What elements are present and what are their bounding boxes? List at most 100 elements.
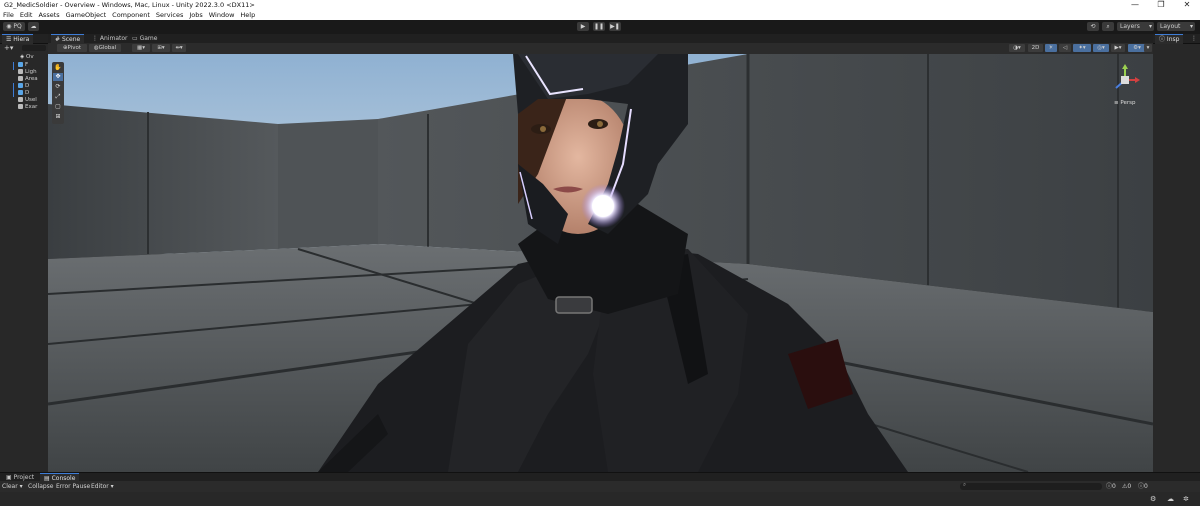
editor-dropdown[interactable]: Editor ▾ <box>91 482 114 491</box>
pause-button[interactable]: ❚❚ <box>593 22 605 31</box>
global-dropdown[interactable]: ◍Global <box>89 44 121 52</box>
hierarchy-toolbar: +▾ <box>2 44 46 53</box>
pivot-dropdown[interactable]: ⊕Pivot <box>57 44 87 52</box>
menu-file[interactable]: File <box>0 10 17 20</box>
menu-component[interactable]: Component <box>109 10 153 20</box>
search-icon: ⌕ <box>963 482 967 488</box>
hand-tool-icon[interactable]: ✋ <box>53 64 63 72</box>
hierarchy-search-input[interactable] <box>22 45 46 51</box>
hierarchy-scene-root[interactable]: ◈ Ov <box>20 54 34 61</box>
rect-tool-icon[interactable]: ▢ <box>53 103 63 111</box>
gameobject-icon <box>18 76 23 81</box>
bulb-icon: ☀ <box>1048 45 1054 51</box>
menu-window[interactable]: Window <box>206 10 238 20</box>
hierarchy-tab-label: Hiera <box>13 36 30 43</box>
collapse-toggle[interactable]: Collapse <box>28 482 54 491</box>
tab-game[interactable]: ▭ Game <box>128 34 161 43</box>
increment-snap[interactable]: ⇹▾ <box>172 44 186 52</box>
log-count[interactable]: ⓘ0 <box>1106 482 1116 491</box>
menu-services[interactable]: Services <box>153 10 186 20</box>
menu-help[interactable]: Help <box>237 10 258 20</box>
move-tool-icon[interactable]: ✥ <box>53 73 63 81</box>
camera-settings[interactable]: ▶▾ <box>1111 44 1125 52</box>
layout-dropdown[interactable]: Layout ▾ <box>1157 22 1195 31</box>
hierarchy-row[interactable]: Usel <box>18 97 37 104</box>
title-bar: G2_MedicSoldier - Overview - Windows, Ma… <box>0 0 1200 10</box>
inspector-tab-bar: ⓘ Insp ⋮ <box>1153 34 1200 44</box>
console-log-area: ⚙ ☁ ✲ <box>0 492 1200 506</box>
console-search-input[interactable]: ⌕ <box>960 482 1102 490</box>
history-button[interactable]: ⟲ <box>1087 22 1099 31</box>
cloud-sync-icon[interactable]: ☁ <box>1167 495 1174 503</box>
scale-tool-icon[interactable]: ⤢ <box>53 93 63 101</box>
error-count[interactable]: ⓘ0 <box>1138 482 1148 491</box>
game-icon: ▭ <box>132 35 140 42</box>
kebab-menu-icon[interactable]: ⋮ <box>1191 34 1197 43</box>
close-button[interactable]: ✕ <box>1174 0 1200 10</box>
step-button[interactable]: ▶❚ <box>609 22 621 31</box>
effects-icon: ✦▾ <box>1078 45 1086 51</box>
maximize-button[interactable]: ❐ <box>1148 0 1174 10</box>
layers-dropdown[interactable]: Layers ▾ <box>1117 22 1154 31</box>
account-label: PQ <box>13 23 22 30</box>
animator-icon: ⋮ <box>92 35 100 42</box>
prefab-icon <box>18 90 23 95</box>
tool-palette: ✋ ✥ ⟳ ⤢ ▢ ⊞ <box>52 62 64 124</box>
chevron-down-icon: ▾ <box>1189 23 1193 30</box>
selection-marker <box>13 62 14 70</box>
hierarchy-row[interactable]: Ligh <box>18 69 37 76</box>
transform-tool-icon[interactable]: ⊞ <box>53 113 63 121</box>
console-toolbar: Clear ▾ Collapse Error Pause Editor ▾ ⌕ … <box>0 481 1200 492</box>
menu-gameobject[interactable]: GameObject <box>63 10 110 20</box>
hierarchy-row[interactable]: F <box>18 62 28 69</box>
add-icon[interactable]: +▾ <box>4 44 13 52</box>
shading-icon: ◑▾ <box>1013 45 1021 51</box>
menu-edit[interactable]: Edit <box>17 10 36 20</box>
gizmos-icon: ⚙▾ <box>1133 45 1141 51</box>
tab-hierarchy[interactable]: ☰ Hiera <box>2 34 34 44</box>
more-options[interactable]: ▾ <box>1144 44 1152 52</box>
eye-icon: ◎▾ <box>1097 45 1105 51</box>
tab-inspector[interactable]: ⓘ Insp <box>1155 34 1184 44</box>
tab-animator[interactable]: ⋮ Animator <box>88 34 132 43</box>
axis-gizmo-icon <box>1115 64 1140 89</box>
layout-label: Layout <box>1160 23 1181 30</box>
inspector-panel: ⓘ Insp ⋮ <box>1153 34 1200 472</box>
cloud-button[interactable]: ☁ <box>28 22 39 31</box>
clear-dropdown[interactable]: Clear ▾ <box>2 482 23 491</box>
scene-render <box>48 54 1153 472</box>
snap-toggle[interactable]: ⊞▾ <box>152 44 170 52</box>
menu-jobs[interactable]: Jobs <box>186 10 205 20</box>
ruler-icon: ⇹▾ <box>175 45 183 51</box>
warning-count[interactable]: ⚠0 <box>1122 482 1131 491</box>
hierarchy-row[interactable]: Exar <box>18 104 37 111</box>
orientation-gizmo[interactable] <box>1110 64 1140 98</box>
menu-assets[interactable]: Assets <box>35 10 62 20</box>
grid-icon: ▦▾ <box>137 45 145 51</box>
cloud-icon: ☁ <box>30 23 37 30</box>
hierarchy-row[interactable]: D <box>18 83 29 90</box>
audio-icon: ◁ <box>1062 45 1068 51</box>
settings-icon[interactable]: ⚙ <box>1150 495 1156 503</box>
minimize-button[interactable]: — <box>1122 0 1148 10</box>
gameobject-icon <box>18 97 23 102</box>
hierarchy-row[interactable]: D <box>18 90 29 97</box>
play-button[interactable]: ▶ <box>577 22 589 31</box>
hidden-objects-toggle[interactable]: ◎▾ <box>1093 44 1109 52</box>
account-dropdown[interactable]: ◉ PQ <box>3 22 25 31</box>
render-mode-dropdown[interactable]: ◑▾ <box>1009 44 1025 52</box>
search-button[interactable]: ⌕ <box>1102 22 1114 31</box>
hierarchy-row[interactable]: Area <box>18 76 38 83</box>
error-pause-toggle[interactable]: Error Pause <box>56 482 90 491</box>
effects-toggle[interactable]: ✦▾ <box>1073 44 1091 52</box>
perspective-label[interactable]: ≡ Persp <box>1114 100 1135 106</box>
audio-toggle[interactable]: ◁ <box>1059 44 1071 52</box>
grid-toggle[interactable]: ▦▾ <box>132 44 150 52</box>
2d-toggle[interactable]: 2D <box>1028 44 1043 52</box>
snap-icon: ⊞▾ <box>157 45 165 51</box>
lighting-toggle[interactable]: ☀ <box>1045 44 1057 52</box>
info-icon: ⓘ <box>1159 36 1167 43</box>
debug-icon[interactable]: ✲ <box>1183 495 1189 503</box>
scene-viewport[interactable]: ✋ ✥ ⟳ ⤢ ▢ ⊞ ≡ Persp <box>48 54 1153 472</box>
rotate-tool-icon[interactable]: ⟳ <box>53 83 63 91</box>
